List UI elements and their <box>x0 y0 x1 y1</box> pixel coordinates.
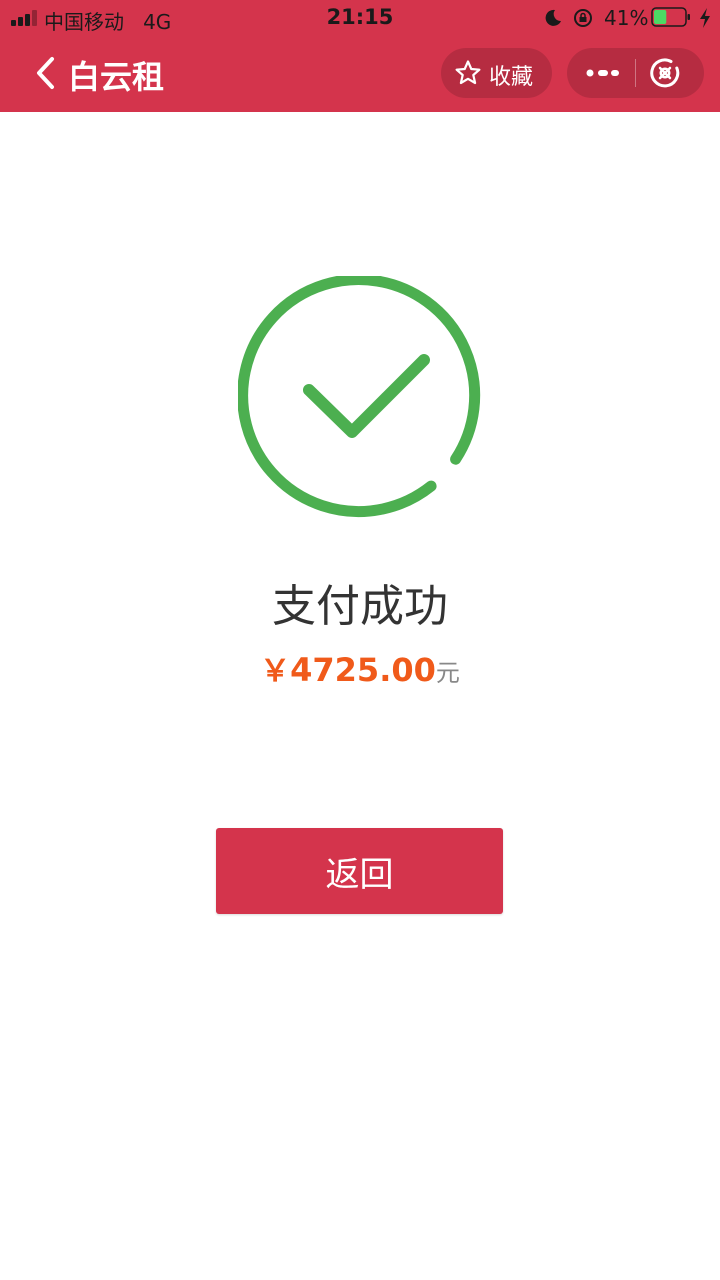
favorite-button[interactable]: 收藏 <box>441 48 552 98</box>
close-icon[interactable] <box>649 57 681 89</box>
payment-amount: 4725.00 <box>290 651 436 689</box>
status-bar: 中国移动 4G 21:15 41% <box>0 0 720 36</box>
charging-icon <box>700 8 710 28</box>
currency-symbol: ￥ <box>260 654 291 689</box>
top-bar: 中国移动 4G 21:15 41% 白云租 收藏 <box>0 0 720 112</box>
favorite-label: 收藏 <box>489 65 534 90</box>
amount-row: ￥4725.00元 <box>0 646 720 690</box>
return-button[interactable]: 返回 <box>216 828 503 914</box>
miniprogram-capsule <box>567 48 704 98</box>
battery-percent: 41% <box>604 6 649 30</box>
more-icon[interactable] <box>585 63 621 83</box>
star-icon <box>455 60 481 85</box>
battery-icon <box>651 7 690 27</box>
payment-status: 支付成功 <box>272 581 448 632</box>
check-circle-icon <box>238 276 481 517</box>
capsule-divider <box>635 59 636 87</box>
orientation-lock-icon <box>574 9 592 27</box>
page-title: 白云租 <box>68 58 165 96</box>
currency-unit: 元 <box>435 659 460 687</box>
back-icon[interactable] <box>34 56 56 90</box>
moon-icon <box>545 9 561 26</box>
